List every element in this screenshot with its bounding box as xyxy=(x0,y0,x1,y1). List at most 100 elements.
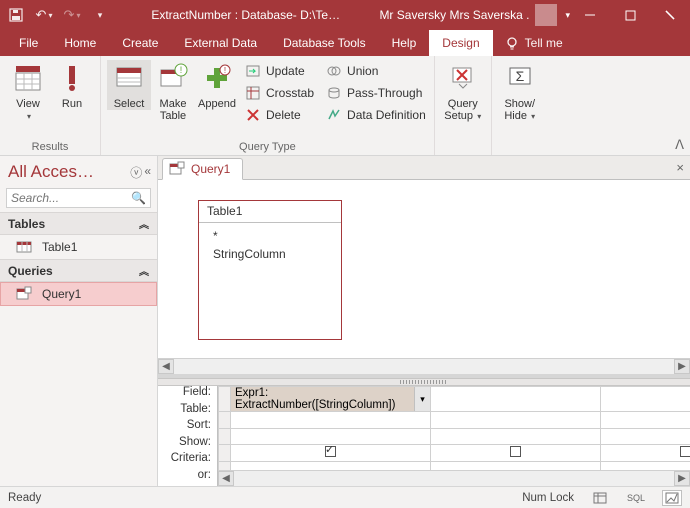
scroll-right-icon[interactable]: ▶ xyxy=(674,471,690,486)
scroll-left-icon[interactable]: ◀ xyxy=(218,471,234,486)
show-checkbox[interactable] xyxy=(231,445,431,462)
nav-dropdown-icon[interactable]: ⓥ xyxy=(130,164,142,181)
run-label: Run xyxy=(62,98,82,110)
maketable-icon: ! xyxy=(157,62,189,94)
window-title: ExtractNumber : Database- D:\Te… xyxy=(112,8,379,22)
query-icon xyxy=(16,286,32,302)
datadefinition-button[interactable]: Data Definition xyxy=(324,104,428,126)
grid-cell[interactable] xyxy=(231,412,431,429)
tab-externaldata[interactable]: External Data xyxy=(171,30,270,56)
queries-section[interactable]: Queries︽ xyxy=(0,259,157,282)
field-stringcolumn[interactable]: StringColumn xyxy=(207,245,333,263)
run-button[interactable]: Run xyxy=(50,60,94,110)
union-icon xyxy=(326,63,342,79)
collapse-ribbon-icon[interactable]: ᐱ xyxy=(675,137,684,153)
grid-cell[interactable] xyxy=(431,428,601,445)
scroll-right-icon[interactable]: ▶ xyxy=(674,359,690,374)
search-input[interactable]: 🔍 xyxy=(6,188,151,208)
chevron-up-icon: ︽ xyxy=(139,216,149,231)
avatar-icon xyxy=(535,4,557,26)
shutter-bar-icon[interactable]: « xyxy=(144,164,151,181)
minimize-button[interactable] xyxy=(570,0,610,30)
show-checkbox[interactable] xyxy=(601,445,690,462)
scrollbar-horizontal[interactable]: ◀ ▶ xyxy=(158,358,690,374)
tab-file[interactable]: File xyxy=(6,30,51,56)
undo-icon[interactable]: ↶▾ xyxy=(32,3,56,27)
svg-text:!: ! xyxy=(224,66,226,75)
qat-customize-icon[interactable]: ▾ xyxy=(88,3,112,27)
search-field[interactable] xyxy=(7,191,127,205)
tab-databasetools[interactable]: Database Tools xyxy=(270,30,379,56)
grid-cell[interactable] xyxy=(431,412,601,429)
sql-view-icon[interactable]: SQL xyxy=(626,490,646,506)
append-label: Append xyxy=(198,98,236,110)
search-icon[interactable]: 🔍 xyxy=(127,191,150,205)
tell-me[interactable]: Tell me xyxy=(493,30,575,56)
maximize-button[interactable] xyxy=(610,0,650,30)
select-icon xyxy=(113,62,145,94)
row-or: or: xyxy=(158,469,217,486)
query-design-surface[interactable]: Table1 * StringColumn ◀ ▶ xyxy=(158,180,690,378)
query-setup-button[interactable]: Query Setup ▾ xyxy=(441,60,485,122)
row-field: Field: xyxy=(158,386,217,403)
grid-cell[interactable] xyxy=(431,387,601,412)
design-view-icon[interactable] xyxy=(662,490,682,506)
grid-cell[interactable] xyxy=(601,412,690,429)
delete-button[interactable]: Delete xyxy=(243,104,316,126)
datasheet-view-icon[interactable] xyxy=(590,490,610,506)
table1-label: Table1 xyxy=(42,240,77,254)
view-button[interactable]: View▾ xyxy=(6,60,50,122)
tab-home[interactable]: Home xyxy=(51,30,109,56)
delete-label: Delete xyxy=(266,108,301,122)
maketable-label: Make Table xyxy=(160,98,187,122)
make-table-button[interactable]: ! Make Table xyxy=(151,60,195,122)
scroll-left-icon[interactable]: ◀ xyxy=(158,359,174,374)
passthrough-label: Pass-Through xyxy=(347,86,422,100)
doc-tab-query1[interactable]: Query1 xyxy=(162,158,243,180)
update-button[interactable]: Update xyxy=(243,60,316,82)
tables-section[interactable]: Tables︽ xyxy=(0,212,157,235)
view-label: View xyxy=(16,98,40,110)
user-account[interactable]: Mr Saversky Mrs Saverska . ▾ xyxy=(379,4,570,26)
append-icon: ! xyxy=(201,62,233,94)
show-checkbox[interactable] xyxy=(431,445,601,462)
field-cell[interactable]: Expr1: ExtractNumber([StringColumn])▾ xyxy=(231,387,431,412)
grid-cell[interactable] xyxy=(601,387,690,412)
save-icon[interactable] xyxy=(4,3,28,27)
grid-scrollbar[interactable]: ◀ ▶ xyxy=(218,470,690,486)
queries-label: Queries xyxy=(8,264,53,278)
table-box[interactable]: Table1 * StringColumn xyxy=(198,200,342,340)
row-show: Show: xyxy=(158,436,217,453)
dropdown-icon[interactable]: ▾ xyxy=(414,387,430,411)
column-selector[interactable] xyxy=(219,387,231,412)
nav-title[interactable]: All Acces… xyxy=(8,162,130,182)
status-ready: Ready xyxy=(8,492,41,504)
passthrough-button[interactable]: Pass-Through xyxy=(324,82,428,104)
run-icon xyxy=(56,62,88,94)
crosstab-button[interactable]: Crosstab xyxy=(243,82,316,104)
table-icon xyxy=(16,239,32,255)
close-button[interactable] xyxy=(650,0,690,30)
grid-cell[interactable] xyxy=(601,428,690,445)
show-hide-button[interactable]: Σ Show/ Hide ▾ xyxy=(498,60,542,122)
tab-create[interactable]: Create xyxy=(109,30,171,56)
lightbulb-icon xyxy=(505,36,519,50)
doc-tab-label: Query1 xyxy=(191,162,230,176)
tab-help[interactable]: Help xyxy=(379,30,430,56)
crosstab-icon xyxy=(245,85,261,101)
row-criteria: Criteria: xyxy=(158,452,217,469)
nav-table1[interactable]: Table1 xyxy=(0,235,157,259)
union-button[interactable]: Union xyxy=(324,60,428,82)
splitter-handle[interactable] xyxy=(158,378,690,386)
doc-close-button[interactable]: × xyxy=(676,160,684,175)
nav-query1[interactable]: Query1 xyxy=(0,282,157,306)
update-icon xyxy=(245,63,261,79)
tell-me-label: Tell me xyxy=(525,36,563,50)
redo-icon[interactable]: ↷▾ xyxy=(60,3,84,27)
select-query-button[interactable]: Select xyxy=(107,60,151,110)
append-button[interactable]: ! Append xyxy=(195,60,239,110)
status-numlock: Num Lock xyxy=(522,492,574,504)
field-star[interactable]: * xyxy=(207,227,333,245)
tab-design[interactable]: Design xyxy=(429,30,492,56)
query1-label: Query1 xyxy=(42,287,81,301)
